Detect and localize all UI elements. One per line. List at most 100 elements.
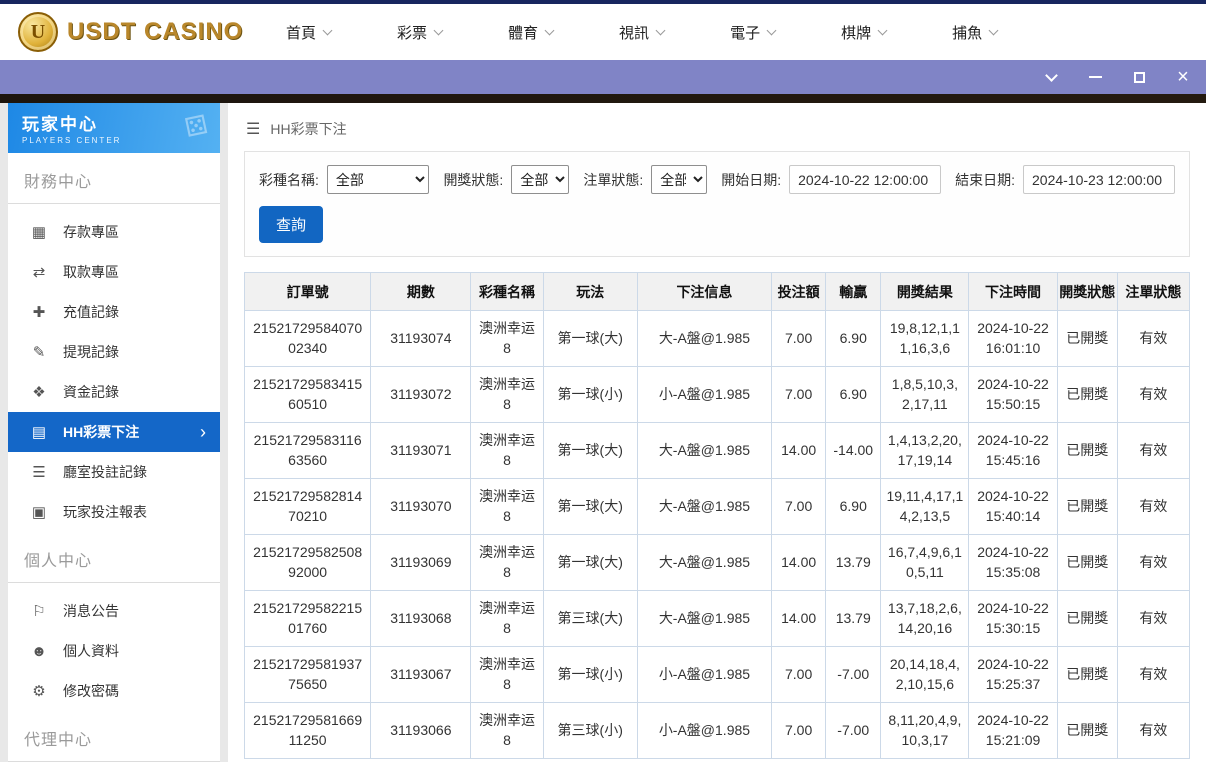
table-header-cell: 投注額 [772,273,826,311]
cell-bet-info: 大-A盤@1.985 [637,311,771,367]
nav-item[interactable]: 彩票 [397,22,442,43]
recharge-icon: ✚ [30,303,48,321]
chevron-down-icon [878,25,888,35]
cell-period: 31193071 [371,423,471,479]
sidebar-item-funds-record[interactable]: ❖ 資金記錄 [8,372,220,412]
nav-item[interactable]: 視訊 [619,22,664,43]
nav-item[interactable]: 電子 [730,22,775,43]
chevron-right-icon: › [200,423,206,441]
section-agent: 代理中心 ❏ 代理規則說明 [8,711,220,762]
sidebar-item-room-bet-record[interactable]: ☰ 廳室投註記錄 [8,452,220,492]
cell-draw-status: 已開獎 [1057,647,1117,703]
search-button[interactable]: 查詢 [259,206,323,243]
nav-item[interactable]: 捕魚 [952,22,997,43]
table-row: 2152172958407002340 31193074 澳洲幸运8 第一球(大… [245,311,1190,367]
cell-draw-result: 19,8,12,1,11,16,3,6 [881,311,969,367]
cell-draw-status: 已開獎 [1057,311,1117,367]
page-title: HH彩票下注 [270,119,346,139]
sidebar-item-profile[interactable]: ☻ 個人資料 [8,631,220,671]
hamburger-icon[interactable]: ☰ [246,119,260,139]
cell-bet-info: 小-A盤@1.985 [637,367,771,423]
maximize-button[interactable] [1130,68,1148,86]
order-status-label: 注單狀態: [583,170,643,190]
nav-item-label: 彩票 [397,22,427,43]
cell-draw-result: 1,4,13,2,20,17,19,14 [881,423,969,479]
minimize-button[interactable] [1086,68,1104,86]
nav-item[interactable]: 體育 [508,22,553,43]
cell-play-type: 第一球(大) [543,423,637,479]
table-header-cell: 下注時間 [969,273,1057,311]
cell-lottery-name: 澳洲幸运8 [471,591,543,647]
cell-period: 31193068 [371,591,471,647]
section-finance: 財務中心 ▦ 存款專區 ⇄ 取款專區 ✚ 充值記錄 ✎ [8,153,220,532]
nav-item-label: 首頁 [286,22,316,43]
cell-lottery-name: 澳洲幸运8 [471,703,543,759]
cell-lottery-name: 澳洲幸运8 [471,367,543,423]
cell-lottery-name: 澳洲幸运8 [471,647,543,703]
lottery-name-select[interactable]: 全部 [327,165,430,194]
cell-bet-time: 2024-10-22 15:21:09 [969,703,1057,759]
start-date-input[interactable] [789,165,941,194]
gear-icon: ⚙ [30,682,48,700]
dice-icon: ⚄ [182,109,211,144]
cell-bet-time: 2024-10-22 16:01:10 [969,311,1057,367]
cell-bet-info: 大-A盤@1.985 [637,423,771,479]
draw-status-label: 開獎狀態: [443,170,503,190]
sidebar-item-recharge-record[interactable]: ✚ 充值記錄 [8,292,220,332]
draw-status-select[interactable]: 全部 [511,165,569,194]
nav-item-label: 電子 [730,22,760,43]
nav-item-label: 視訊 [619,22,649,43]
cell-order-id: 2152172958221501760 [245,591,371,647]
cell-draw-status: 已開獎 [1057,367,1117,423]
close-button[interactable]: × [1174,68,1192,86]
players-center-subtitle: PLAYERS CENTER [22,136,206,145]
sidebar-item-withdrawal-record[interactable]: ✎ 提現記錄 [8,332,220,372]
brand-text: USDT CASINO [67,18,243,46]
sidebar-item-deposit[interactable]: ▦ 存款專區 [8,212,220,252]
coin-letter: U [31,21,45,44]
sidebar-item-label: 提現記錄 [63,342,119,362]
app-window: U USDT CASINO 首頁 彩票 體育 [0,0,1206,762]
cell-period: 31193074 [371,311,471,367]
table-header-cell: 訂單號 [245,273,371,311]
sidebar-item-change-password[interactable]: ⚙ 修改密碼 [8,671,220,711]
table-header-cell: 開獎結果 [881,273,969,311]
cell-period: 31193069 [371,535,471,591]
brand-logo[interactable]: U USDT CASINO [18,12,250,52]
cell-lottery-name: 澳洲幸运8 [471,479,543,535]
start-date-label: 開始日期: [721,170,781,190]
cell-play-type: 第一球(大) [543,479,637,535]
end-date-input[interactable] [1023,165,1175,194]
sidebar-item-hh-lottery-bet[interactable]: ▤ HH彩票下注 › [8,412,220,452]
sidebar-item-label: 修改密碼 [63,681,119,701]
sidebar-item-player-bet-report[interactable]: ▣ 玩家投注報表 [8,492,220,532]
background-strip [0,94,1206,103]
chevron-down-icon [767,25,777,35]
section-agent-label: 代理中心 [8,711,220,762]
cell-lottery-name: 澳洲幸运8 [471,423,543,479]
cell-bet-amount: 14.00 [772,423,826,479]
main-content: ☰ HH彩票下注 彩種名稱: 全部 開獎狀態: 全部 注單狀態: 全部 [228,103,1206,762]
cell-bet-time: 2024-10-22 15:45:16 [969,423,1057,479]
order-status-select[interactable]: 全部 [651,165,707,194]
sidebar-item-announcements[interactable]: ⚐ 消息公告 [8,591,220,631]
nav-item[interactable]: 首頁 [286,22,331,43]
nav-item[interactable]: 棋牌 [841,22,886,43]
cell-draw-result: 8,11,20,4,9,10,3,17 [881,703,969,759]
filter-panel: 彩種名稱: 全部 開獎狀態: 全部 注單狀態: 全部 開始日期: 結束日期: [244,151,1190,257]
collapse-button[interactable] [1042,68,1060,86]
coin-logo-icon: U [18,12,58,52]
table-header-cell: 注單狀態 [1117,273,1189,311]
chevron-down-icon [545,25,555,35]
sidebar-item-withdraw[interactable]: ⇄ 取款專區 [8,252,220,292]
chevron-down-icon [434,25,444,35]
sidebar-item-label: 消息公告 [63,601,119,621]
table-header-cell: 期數 [371,273,471,311]
cell-bet-time: 2024-10-22 15:40:14 [969,479,1057,535]
cell-order-id: 2152172958193775650 [245,647,371,703]
nav-item-label: 棋牌 [841,22,871,43]
sidebar-header: 玩家中心 PLAYERS CENTER ⚄ [8,103,220,153]
chevron-down-icon [989,25,999,35]
cell-bet-info: 大-A盤@1.985 [637,479,771,535]
table-header-cell: 輸贏 [826,273,881,311]
